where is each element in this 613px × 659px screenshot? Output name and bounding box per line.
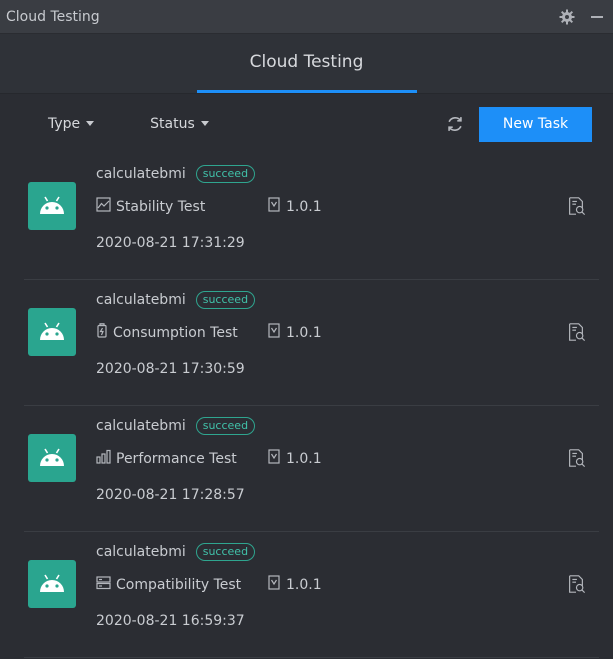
version-label: 1.0.1 (286, 198, 322, 215)
version-label: 1.0.1 (286, 450, 322, 467)
chevron-down-icon (86, 120, 95, 126)
version-icon (268, 197, 280, 216)
new-task-button[interactable]: New Task (479, 106, 592, 142)
gear-icon[interactable] (557, 7, 577, 27)
refresh-icon[interactable] (445, 114, 465, 134)
task-timestamp: 2020-08-21 17:30:59 (96, 361, 245, 377)
task-row[interactable]: calculatebmi succeed Performance Test 1.… (24, 406, 599, 532)
view-report-icon[interactable] (566, 322, 586, 342)
test-type-label: Consumption Test (113, 324, 238, 341)
task-row[interactable]: calculatebmi succeed Consumption Test 1.… (24, 280, 599, 406)
app-name: calculatebmi (96, 166, 186, 182)
task-list: calculatebmi succeed Stability Test 1.0.… (0, 154, 613, 658)
test-type-label: Compatibility Test (116, 576, 242, 593)
app-version: 1.0.1 (268, 449, 322, 468)
test-type-label: Stability Test (116, 198, 206, 215)
status-filter-dropdown[interactable]: Status (150, 116, 209, 132)
test-type: Compatibility Test (96, 575, 268, 594)
test-type: Performance Test (96, 449, 268, 468)
task-timestamp: 2020-08-21 16:59:37 (96, 613, 245, 629)
type-filter-label: Type (48, 116, 81, 132)
title-bar: Cloud Testing (0, 0, 613, 34)
view-report-icon[interactable] (566, 574, 586, 594)
status-badge: succeed (195, 417, 256, 435)
android-app-icon (28, 182, 76, 230)
android-app-icon (28, 308, 76, 356)
task-timestamp: 2020-08-21 17:31:29 (96, 235, 245, 251)
chevron-down-icon (200, 120, 209, 126)
android-app-icon (28, 560, 76, 608)
version-label: 1.0.1 (286, 324, 322, 341)
task-header: calculatebmi succeed (96, 417, 256, 435)
task-header: calculatebmi succeed (96, 291, 256, 309)
app-name: calculatebmi (96, 292, 186, 308)
status-badge: succeed (195, 165, 256, 183)
view-report-icon[interactable] (566, 448, 586, 468)
tab-cloud-testing[interactable]: Cloud Testing (196, 34, 417, 93)
app-version: 1.0.1 (268, 575, 322, 594)
app-version: 1.0.1 (268, 323, 322, 342)
app-version: 1.0.1 (268, 197, 322, 216)
app-name: calculatebmi (96, 418, 186, 434)
battery-icon (96, 323, 108, 342)
bar-chart-icon (96, 449, 111, 468)
task-details: Performance Test 1.0.1 (96, 449, 322, 468)
server-icon (96, 575, 111, 594)
version-icon (268, 449, 280, 468)
status-filter-label: Status (150, 116, 195, 132)
task-details: Consumption Test 1.0.1 (96, 323, 322, 342)
test-type: Stability Test (96, 197, 268, 216)
filter-toolbar: Type Status New Task (0, 94, 613, 154)
stability-chart-icon (96, 197, 111, 216)
version-label: 1.0.1 (286, 576, 322, 593)
version-icon (268, 575, 280, 594)
status-badge: succeed (195, 291, 256, 309)
view-report-icon[interactable] (566, 196, 586, 216)
task-header: calculatebmi succeed (96, 543, 256, 561)
task-timestamp: 2020-08-21 17:28:57 (96, 487, 245, 503)
test-type-label: Performance Test (116, 450, 237, 467)
app-name: calculatebmi (96, 544, 186, 560)
android-app-icon (28, 434, 76, 482)
task-details: Stability Test 1.0.1 (96, 197, 322, 216)
tab-bar: Cloud Testing (0, 34, 613, 94)
window-title: Cloud Testing (6, 8, 100, 25)
task-details: Compatibility Test 1.0.1 (96, 575, 322, 594)
minimize-icon[interactable] (587, 7, 607, 27)
title-actions (557, 7, 607, 27)
task-row[interactable]: calculatebmi succeed Stability Test 1.0.… (24, 154, 599, 280)
test-type: Consumption Test (96, 323, 268, 342)
type-filter-dropdown[interactable]: Type (48, 116, 95, 132)
version-icon (268, 323, 280, 342)
status-badge: succeed (195, 543, 256, 561)
task-header: calculatebmi succeed (96, 165, 256, 183)
task-row[interactable]: calculatebmi succeed Compatibility Test … (24, 532, 599, 658)
